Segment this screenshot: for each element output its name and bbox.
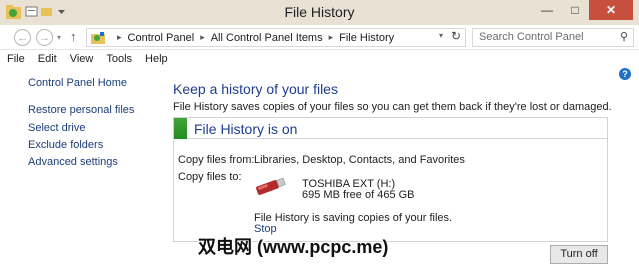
- usb-drive-icon: [256, 177, 286, 195]
- exclude-folders-link[interactable]: Exclude folders: [28, 139, 103, 151]
- menu-bar: File Edit View Tools Help: [0, 51, 639, 68]
- window-controls: — □ ✕: [533, 0, 633, 20]
- page-heading: Keep a history of your files: [173, 81, 338, 97]
- breadcrumb-separator-icon: ▸: [117, 32, 122, 42]
- status-header: File History is on: [174, 118, 607, 139]
- close-button[interactable]: ✕: [589, 0, 633, 20]
- saving-message: File History is saving copies of your fi…: [254, 212, 453, 224]
- status-panel: File History is on Copy files from: Libr…: [173, 117, 608, 242]
- select-drive-link[interactable]: Select drive: [28, 122, 85, 134]
- restore-personal-files-link[interactable]: Restore personal files: [28, 104, 134, 116]
- watermark: 双电网 (www.pcpc.me): [198, 237, 389, 257]
- control-panel-icon: [91, 32, 105, 44]
- breadcrumb-separator-icon[interactable]: ▸: [200, 32, 205, 43]
- status-text: File History is on: [194, 121, 298, 137]
- maximize-button[interactable]: □: [561, 0, 589, 20]
- advanced-settings-link[interactable]: Advanced settings: [28, 156, 118, 168]
- menu-file[interactable]: File: [7, 51, 25, 68]
- title-bar: File History — □ ✕: [0, 0, 639, 25]
- copy-from-label: Copy files from:: [178, 154, 255, 166]
- breadcrumb-all-items[interactable]: All Control Panel Items: [211, 32, 323, 44]
- forward-button[interactable]: →: [36, 29, 53, 46]
- search-box[interactable]: Search Control Panel ⚲: [472, 28, 634, 47]
- up-button[interactable]: ↑: [70, 29, 77, 44]
- page-description: File History saves copies of your files …: [173, 101, 612, 113]
- address-dropdown-icon[interactable]: ▾: [439, 31, 443, 40]
- search-placeholder: Search Control Panel: [479, 31, 584, 43]
- copy-from-value: Libraries, Desktop, Contacts, and Favori…: [254, 154, 465, 166]
- menu-edit[interactable]: Edit: [38, 51, 57, 68]
- address-bar[interactable]: ▸ Control Panel ▸ All Control Panel Item…: [86, 28, 466, 47]
- drive-free-space: 695 MB free of 465 GB: [302, 189, 415, 201]
- recent-locations-icon[interactable]: ▾: [57, 33, 61, 42]
- breadcrumb-file-history[interactable]: File History: [339, 32, 394, 44]
- help-icon[interactable]: ?: [619, 68, 631, 80]
- breadcrumb-separator-icon[interactable]: ▸: [329, 32, 334, 43]
- control-panel-home-link[interactable]: Control Panel Home: [28, 77, 127, 89]
- menu-help[interactable]: Help: [145, 51, 168, 68]
- breadcrumb-control-panel[interactable]: Control Panel: [128, 32, 195, 44]
- turn-off-button[interactable]: Turn off: [550, 245, 608, 264]
- back-button[interactable]: ←: [14, 29, 31, 46]
- status-indicator: [174, 118, 187, 139]
- navigation-bar: ← → ▾ ↑ ▸ Control Panel ▸ All Control Pa…: [0, 25, 639, 50]
- menu-tools[interactable]: Tools: [106, 51, 132, 68]
- minimize-button[interactable]: —: [533, 0, 561, 20]
- copy-to-label: Copy files to:: [178, 171, 242, 183]
- search-icon[interactable]: ⚲: [620, 30, 628, 43]
- refresh-icon[interactable]: ↻: [451, 29, 461, 43]
- menu-view[interactable]: View: [70, 51, 94, 68]
